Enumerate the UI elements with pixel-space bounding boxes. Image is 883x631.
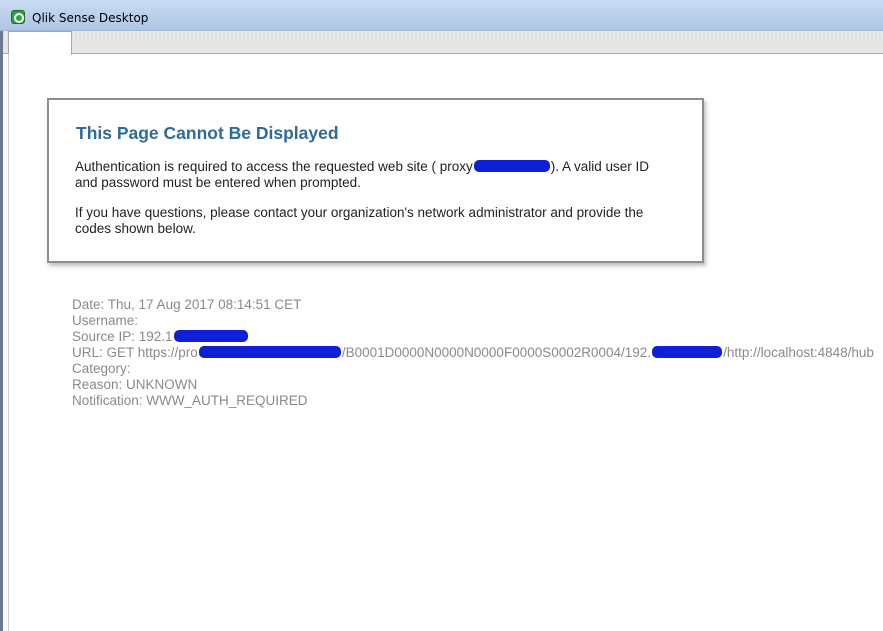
- detail-notification: Notification: WWW_AUTH_REQUIRED: [72, 393, 308, 408]
- error-description: Authentication is required to access the…: [75, 159, 675, 191]
- tab-strip: [3, 31, 883, 54]
- redaction-mark: [198, 346, 341, 358]
- detail-username: Username:: [72, 313, 139, 328]
- url-text-end: /http://localhost:4848/hub: [723, 345, 874, 360]
- error-help-text: If you have questions, please contact yo…: [75, 205, 644, 236]
- redaction-mark: [173, 330, 248, 342]
- detail-source-ip: Source IP: 192.1: [72, 329, 874, 345]
- tab-active[interactable]: [8, 31, 72, 55]
- detail-date: Date: Thu, 17 Aug 2017 08:14:51 CET: [72, 297, 302, 312]
- window-title-bar[interactable]: Qlik Sense Desktop: [0, 0, 883, 31]
- source-ip-text: Source IP: 192.1: [72, 329, 173, 344]
- url-text-start: URL: GET https://pro: [72, 345, 198, 360]
- detail-url: URL: GET https://pro/B0001D0000N0000N000…: [72, 345, 874, 361]
- error-message-box: This Page Cannot Be Displayed Authentica…: [47, 98, 704, 263]
- detail-category: Category:: [72, 361, 131, 376]
- error-description-start: Authentication is required to access the…: [75, 159, 473, 174]
- window-title: Qlik Sense Desktop: [32, 11, 149, 25]
- content-border: [8, 54, 9, 631]
- url-text-middle: /B0001D0000N0000N0000F0000S0002R0004/192…: [341, 345, 652, 360]
- window-frame-left: [0, 31, 3, 631]
- detail-reason: Reason: UNKNOWN: [72, 377, 198, 392]
- redaction-mark: [473, 160, 550, 172]
- error-title: This Page Cannot Be Displayed: [76, 123, 339, 143]
- redaction-mark: [652, 346, 723, 358]
- qlik-sense-icon: [11, 10, 25, 24]
- error-details: Date: Thu, 17 Aug 2017 08:14:51 CET User…: [72, 297, 874, 409]
